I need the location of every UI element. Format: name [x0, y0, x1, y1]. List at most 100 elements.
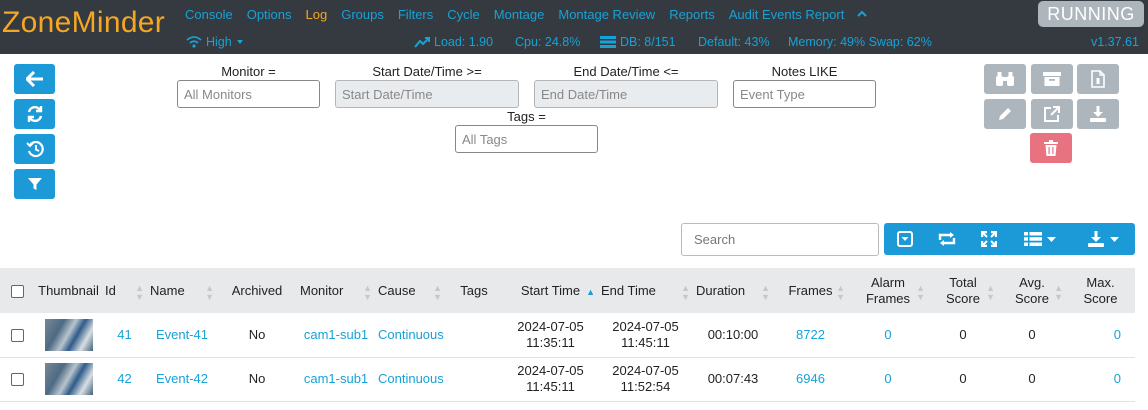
- table-row[interactable]: 42 Event-42 No cam1-sub1 Continuous 2024…: [0, 357, 1135, 401]
- event-name-link[interactable]: Event-42: [156, 371, 208, 386]
- trash-icon: [1044, 140, 1058, 156]
- sort-icon: ▲ ▼: [363, 283, 372, 302]
- history-icon: [25, 140, 44, 158]
- db-indicator: DB: 8/151: [600, 35, 676, 49]
- frames-link[interactable]: 8722: [796, 327, 825, 342]
- monitor-link[interactable]: cam1-sub1: [304, 327, 368, 342]
- end-datetime-input[interactable]: [534, 80, 718, 108]
- alarm-frames-cell: 0: [848, 357, 928, 401]
- default-storage-value: Default: 43%: [698, 35, 770, 49]
- chevron-up-icon[interactable]: [856, 7, 868, 25]
- memory-swap-value: Memory: 49% Swap: 62%: [788, 35, 932, 49]
- row-select-cell: [0, 357, 35, 401]
- row-checkbox[interactable]: [11, 373, 24, 387]
- thumbnail-cell: [35, 313, 102, 357]
- menu-item-audit-events-report[interactable]: Audit Events Report: [729, 7, 845, 25]
- header-total-score[interactable]: Total Score ▲ ▼: [928, 268, 998, 313]
- tags-filter-input[interactable]: [455, 125, 598, 153]
- alarm-frames-link[interactable]: 0: [884, 327, 891, 342]
- view-button[interactable]: [984, 64, 1026, 94]
- header-start-time[interactable]: Start Time ▲: [503, 268, 598, 313]
- version-label[interactable]: v1.37.61: [1091, 35, 1139, 49]
- fullscreen-button[interactable]: [968, 223, 1010, 255]
- header-end-time[interactable]: End Time ▲ ▼: [598, 268, 693, 313]
- cause-cell: Continuous: [375, 313, 445, 357]
- menu-item-cycle[interactable]: Cycle: [447, 7, 480, 25]
- monitor-link[interactable]: cam1-sub1: [304, 371, 368, 386]
- event-thumbnail[interactable]: [44, 363, 93, 395]
- duration-cell: 00:10:00: [707, 326, 759, 342]
- menu-item-groups[interactable]: Groups: [341, 7, 384, 25]
- export-button[interactable]: [1031, 99, 1073, 129]
- header-tags[interactable]: Tags: [445, 268, 503, 313]
- start-datetime-input[interactable]: [335, 80, 519, 108]
- start-time-cell: 2024-07-05 11:45:11: [517, 363, 584, 394]
- header-avg-score[interactable]: Avg. Score ▲ ▼: [998, 268, 1066, 313]
- refresh-table-button[interactable]: [926, 223, 968, 255]
- event-name-link[interactable]: Event-41: [156, 327, 208, 342]
- download-button[interactable]: [1077, 99, 1119, 129]
- total-score-cell: 0: [959, 371, 967, 386]
- archive-button[interactable]: [1031, 64, 1073, 94]
- menu-item-log[interactable]: Log: [306, 7, 328, 25]
- pencil-icon: [999, 108, 1011, 120]
- event-id-link[interactable]: 41: [117, 327, 131, 342]
- max-score-cell: 0: [1066, 357, 1135, 401]
- bandwidth-dropdown[interactable]: High: [186, 35, 244, 49]
- monitor-filter-input[interactable]: [177, 80, 320, 108]
- cause-cell: Continuous: [375, 357, 445, 401]
- header-duration[interactable]: Duration ▲ ▼: [693, 268, 773, 313]
- notes-filter-input[interactable]: [733, 80, 876, 108]
- menu-item-console[interactable]: Console: [185, 7, 233, 25]
- toggle-button[interactable]: [884, 223, 926, 255]
- header-cause[interactable]: Cause ▲ ▼: [375, 268, 445, 313]
- unarchive-button[interactable]: [1077, 64, 1119, 94]
- header-archived[interactable]: Archived: [217, 268, 297, 313]
- menu-item-montage-review[interactable]: Montage Review: [558, 7, 655, 25]
- event-id-link[interactable]: 42: [117, 371, 131, 386]
- back-button[interactable]: [14, 64, 55, 94]
- header-id[interactable]: Id ▲ ▼: [102, 268, 147, 313]
- export-dropdown-button[interactable]: [1070, 223, 1135, 255]
- history-button[interactable]: [14, 134, 55, 164]
- header-frames[interactable]: Frames ▲ ▼: [773, 268, 848, 313]
- download-icon: [1090, 106, 1106, 122]
- caret-down-icon: [1047, 237, 1056, 242]
- filter-icon: [27, 178, 42, 190]
- cause-link[interactable]: Continuous: [378, 371, 444, 386]
- alarm-frames-link[interactable]: 0: [884, 371, 891, 386]
- frames-link[interactable]: 6946: [796, 371, 825, 386]
- row-checkbox[interactable]: [11, 328, 24, 342]
- database-icon: [600, 36, 616, 48]
- header-alarm-frames[interactable]: Alarm Frames ▲ ▼: [848, 268, 928, 313]
- header-max-score[interactable]: Max. Score: [1066, 268, 1135, 313]
- monitor-cell: cam1-sub1: [297, 357, 375, 401]
- refresh-icon: [938, 232, 956, 246]
- cause-link[interactable]: Continuous: [378, 327, 444, 342]
- max-score-link[interactable]: 0: [1114, 371, 1121, 386]
- table-row[interactable]: 41 Event-41 No cam1-sub1 Continuous 2024…: [0, 313, 1135, 357]
- end-time-cell: 2024-07-05 11:52:54: [612, 363, 679, 394]
- menu-item-options[interactable]: Options: [247, 7, 292, 25]
- avg-score-cell: 0: [1028, 371, 1036, 386]
- frames-cell: 6946: [773, 357, 848, 401]
- select-all-checkbox[interactable]: [11, 284, 24, 298]
- cpu-value: Cpu: 24.8%: [515, 35, 581, 49]
- status-running-button[interactable]: RUNNING: [1038, 1, 1144, 27]
- refresh-button[interactable]: [14, 99, 55, 129]
- delete-button[interactable]: [1030, 133, 1072, 163]
- menu-item-reports[interactable]: Reports: [669, 7, 715, 25]
- event-thumbnail[interactable]: [44, 318, 93, 351]
- menu-item-montage[interactable]: Montage: [494, 7, 545, 25]
- sort-icon: ▲ ▼: [433, 283, 442, 302]
- edit-button[interactable]: [984, 99, 1026, 129]
- system-status-bar: High Load: 1.90 Cpu: 24.8% DB: 8/151 Def…: [0, 35, 1148, 51]
- columns-dropdown-button[interactable]: [1010, 223, 1070, 255]
- archived-cell: No: [248, 371, 266, 386]
- max-score-link[interactable]: 0: [1114, 327, 1121, 342]
- header-name[interactable]: Name ▲ ▼: [147, 268, 217, 313]
- filter-button[interactable]: [14, 169, 55, 199]
- search-input[interactable]: [681, 223, 879, 256]
- header-monitor[interactable]: Monitor ▲ ▼: [297, 268, 375, 313]
- menu-item-filters[interactable]: Filters: [398, 7, 433, 25]
